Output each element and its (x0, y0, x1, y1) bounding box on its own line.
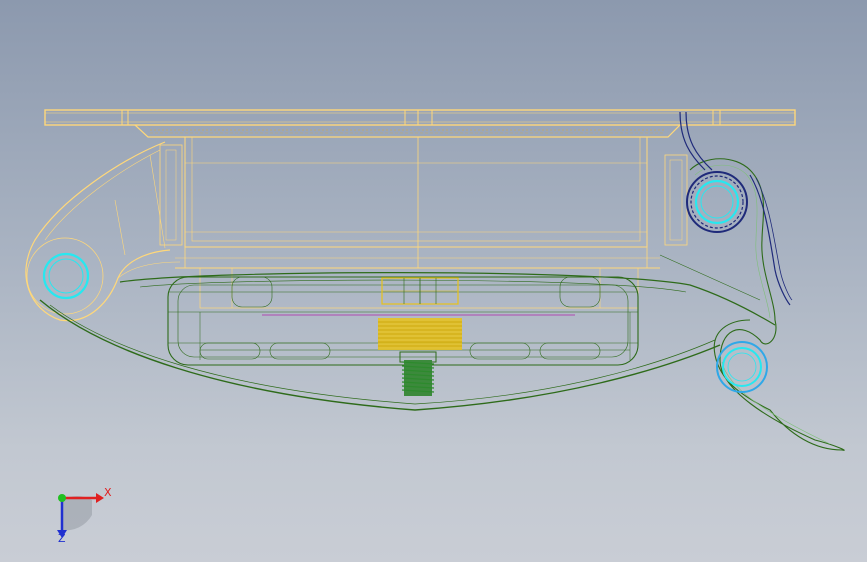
wireframe-model (25, 109, 845, 538)
lower-right-pivot (716, 341, 768, 393)
upper-right-pivot (686, 171, 748, 233)
x-axis-label: X (104, 486, 112, 499)
housing-body (159, 136, 688, 309)
threaded-screw (401, 360, 435, 396)
left-pivot (42, 252, 90, 300)
spring-assembly (378, 277, 462, 363)
z-axis-label: Z (58, 532, 66, 545)
cad-viewport[interactable]: X Z (0, 0, 867, 562)
left-link-arm (25, 141, 181, 322)
